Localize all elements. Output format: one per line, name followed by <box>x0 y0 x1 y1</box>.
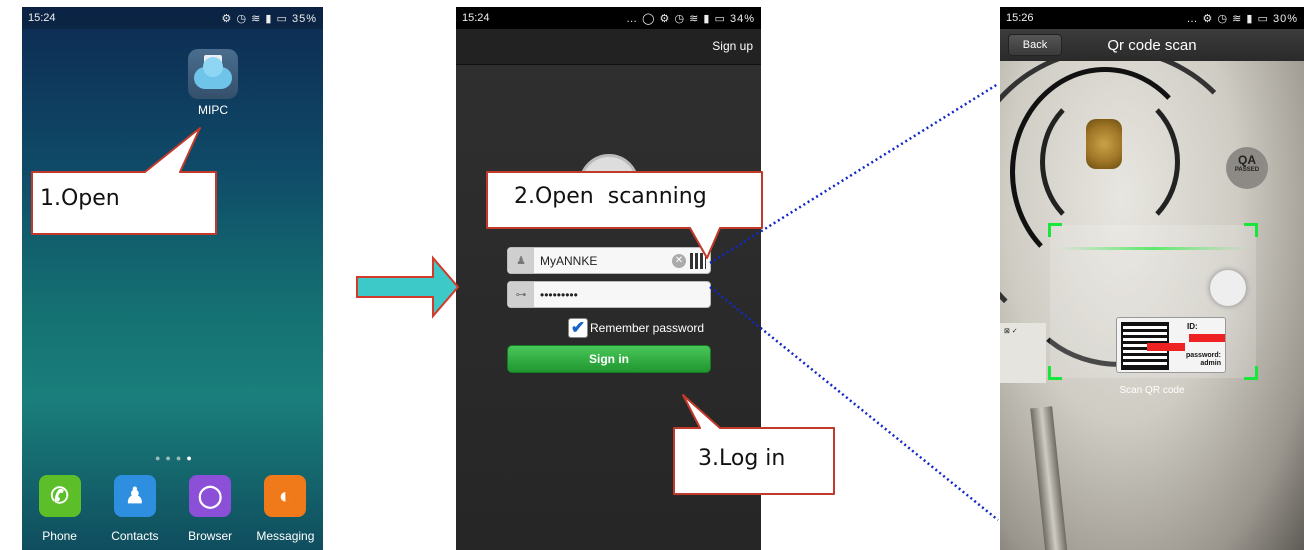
device-qr-label: ID: password: admin <box>1116 317 1226 373</box>
login-header: Sign up <box>456 29 761 65</box>
status-bar: 15:26 … ⚙ ◷ ≋ ▮ ▭ 30% <box>1000 7 1304 29</box>
dock-label: Contacts <box>111 529 159 543</box>
status-bar: 15:24 ⚙ ◷ ≋ ▮ ▭ 35% <box>22 7 323 29</box>
app-dock: ✆ Phone ♟ Contacts ◯ Browser ◐ Messaging <box>22 475 323 543</box>
battery-level: 34% <box>729 12 755 25</box>
camera-button <box>1210 270 1246 306</box>
redacted-mark <box>1147 343 1185 351</box>
scan-header: Qr code scan Back <box>1000 29 1304 61</box>
status-time: 15:24 <box>462 12 490 24</box>
remember-password[interactable]: ✔ Remember password <box>568 318 704 338</box>
username-field[interactable]: ♟ MyANNKE ✕ <box>507 247 711 274</box>
remember-label: Remember password <box>590 321 705 335</box>
dock-label: Browser <box>188 529 233 543</box>
label-password: password: admin <box>1185 352 1221 367</box>
qr-scan-frame: ID: password: admin <box>1048 223 1258 380</box>
contacts-icon: ♟ <box>113 475 156 517</box>
qr-scan-icon[interactable] <box>690 252 706 269</box>
tutorial-figure: 15:24 ⚙ ◷ ≋ ▮ ▭ 35% MIPC ●●●● ✆ Phone ♟ … <box>0 0 1304 550</box>
password-value: ••••••••• <box>540 287 578 302</box>
mipc-app-label[interactable]: MIPC <box>172 103 254 117</box>
password-field[interactable]: ⊶ ••••••••• <box>507 281 711 308</box>
phone-qr-scan-screen: QA PASSED ⊠ ✓ ID: password: admin Scan QR… <box>1000 7 1304 550</box>
sign-up-link[interactable]: Sign up <box>712 39 753 53</box>
mipc-app-icon[interactable] <box>188 49 238 99</box>
qa-sticker: QA PASSED <box>1226 147 1268 189</box>
page-indicator: ●●●● <box>155 453 197 463</box>
dock-item-messaging[interactable]: ◐ Messaging <box>250 475 320 543</box>
dock-item-phone[interactable]: ✆ Phone <box>25 475 95 543</box>
remember-checkbox[interactable]: ✔ <box>568 318 588 338</box>
status-time: 15:24 <box>28 12 56 24</box>
scan-hint: Scan QR code <box>1119 385 1185 396</box>
frame-corner <box>1244 223 1258 237</box>
status-icons: … ⚙ ◷ ≋ ▮ ▭ <box>1186 12 1269 25</box>
cloud-glyph <box>194 57 232 89</box>
rohs-label: ⊠ ✓ <box>1000 323 1046 383</box>
step-arrow <box>356 255 460 319</box>
messaging-icon: ◐ <box>264 475 307 517</box>
redacted-mark <box>1189 334 1225 342</box>
clear-icon[interactable]: ✕ <box>672 253 686 268</box>
key-icon: ⊶ <box>508 282 534 307</box>
qa-text: QA <box>1238 153 1256 167</box>
browser-icon: ◯ <box>189 475 232 517</box>
battery-level: 35% <box>291 12 317 25</box>
label-id: ID: <box>1187 322 1198 331</box>
frame-corner <box>1048 223 1062 237</box>
frame-corner <box>1244 366 1258 380</box>
camera-antenna <box>1030 406 1068 550</box>
back-button[interactable]: Back <box>1008 34 1062 56</box>
scan-line <box>1058 247 1248 250</box>
status-icons: ⚙ ◷ ≋ ▮ ▭ <box>221 12 288 25</box>
username-value: MyANNKE <box>540 253 598 268</box>
dock-item-contacts[interactable]: ♟ Contacts <box>100 475 170 543</box>
user-icon: ♟ <box>508 248 534 273</box>
camera-lens <box>1086 119 1122 169</box>
callout-login-text: 3.Log in <box>698 446 786 471</box>
status-bar: 15:24 … ◯ ⚙ ◷ ≋ ▮ ▭ 34% <box>456 7 761 29</box>
callout-scanning-text: 2.Open scanning <box>514 184 707 209</box>
qa-passed: PASSED <box>1234 167 1260 173</box>
frame-corner <box>1048 366 1062 380</box>
dock-item-browser[interactable]: ◯ Browser <box>175 475 245 543</box>
dock-label: Messaging <box>256 529 315 543</box>
status-icons: … ◯ ⚙ ◷ ≋ ▮ ▭ <box>626 12 726 25</box>
sign-in-button[interactable]: Sign in <box>507 345 711 373</box>
phone-icon: ✆ <box>38 475 81 517</box>
callout-open-text: 1.Open <box>40 186 120 211</box>
dock-label: Phone <box>42 529 77 543</box>
status-time: 15:26 <box>1006 12 1034 24</box>
battery-level: 30% <box>1272 12 1298 25</box>
phone-home-screen: 15:24 ⚙ ◷ ≋ ▮ ▭ 35% MIPC ●●●● ✆ Phone ♟ … <box>22 7 323 550</box>
